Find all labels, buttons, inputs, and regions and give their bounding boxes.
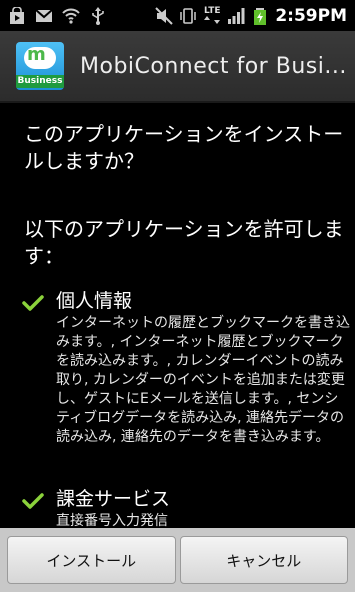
gmail-icon — [35, 7, 53, 25]
title-bar: m Business MobiConnect for Busi... — [0, 31, 355, 103]
vibrate-icon — [179, 7, 197, 25]
permission-group: 個人情報 インターネットの履歴とブックマークを書き込みます。, インターネット履… — [22, 289, 352, 447]
install-question: このアプリケーションをインストールしますか？ — [24, 122, 344, 173]
permission-description: 直接番号入力発信 — [56, 513, 168, 528]
status-bar: LTE 2:59PM — [0, 0, 355, 31]
permission-title: 個人情報 — [56, 290, 133, 312]
mute-icon — [155, 6, 174, 25]
app-title: MobiConnect for Busi... — [80, 53, 347, 79]
app-icon-letter: m — [27, 44, 46, 65]
permission-group: 課金サービス 直接番号入力発信 — [22, 487, 352, 528]
check-icon — [22, 289, 56, 447]
permissions-header: 以下のアプリケーションを許可します： — [24, 217, 344, 268]
clock: 2:59PM — [275, 5, 347, 26]
app-icon: m Business — [16, 42, 64, 90]
permissions-scroll-area[interactable]: このアプリケーションをインストールしますか？ 以下のアプリケーションを許可します… — [0, 103, 355, 528]
app-icon-label: Business — [16, 75, 64, 88]
lte-icon: LTE — [203, 7, 221, 25]
battery-charging-icon — [251, 7, 269, 25]
permission-title: 課金サービス — [56, 488, 171, 510]
signal-icon — [227, 7, 245, 25]
check-icon — [22, 487, 56, 528]
button-bar: インストール キャンセル — [0, 528, 355, 592]
shopping-bag-icon — [8, 6, 26, 25]
wifi-icon — [62, 7, 80, 25]
cancel-button[interactable]: キャンセル — [179, 536, 348, 584]
install-button[interactable]: インストール — [7, 536, 176, 584]
permission-description: インターネットの履歴とブックマークを書き込みます。, インターネット履歴とブック… — [56, 315, 350, 445]
usb-icon — [89, 6, 107, 25]
